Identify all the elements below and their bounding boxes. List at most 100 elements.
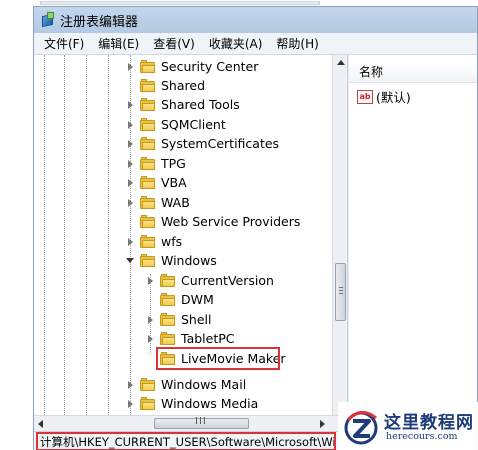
tree-node-shared-tools[interactable]: Shared Tools — [126, 95, 240, 114]
folder-icon — [140, 97, 156, 112]
tree-guide-line — [64, 55, 65, 415]
expand-arrow-icon[interactable] — [126, 100, 135, 109]
expand-arrow-icon[interactable] — [126, 178, 135, 187]
expand-arrow-icon[interactable] — [146, 315, 155, 324]
folder-icon — [140, 396, 156, 411]
window-title: 注册表编辑器 — [60, 14, 139, 30]
tree-node-label: Web Service Providers — [161, 214, 301, 229]
title-bar[interactable]: 注册表编辑器 — [34, 7, 477, 33]
expand-arrow-icon[interactable] — [126, 159, 135, 168]
tree-node-wab[interactable]: WAB — [126, 193, 190, 212]
scroll-right-icon[interactable] — [320, 420, 325, 428]
values-list[interactable]: 名称 ab (默认) — [349, 55, 477, 431]
expander-placeholder — [126, 81, 135, 90]
folder-icon — [140, 59, 156, 74]
menu-bar: 文件(F) 编辑(E) 查看(V) 收藏夹(A) 帮助(H) — [34, 33, 477, 55]
list-item[interactable]: ab (默认) — [357, 87, 411, 106]
new-key-highlight — [156, 347, 280, 370]
folder-icon — [140, 214, 156, 229]
value-name: (默认) — [376, 90, 411, 105]
menu-edit[interactable]: 编辑(E) — [98, 35, 139, 52]
tree-node-web-service-providers[interactable]: Web Service Providers — [126, 212, 300, 231]
tree-node-windows-media[interactable]: Windows Media — [126, 394, 258, 413]
expand-arrow-icon[interactable] — [126, 198, 135, 207]
tree-node-label: DWM — [181, 292, 214, 307]
background-window-edge — [40, 1, 320, 5]
tree-node-label: TabletPC — [181, 331, 235, 346]
tree-node-label: Shared — [161, 78, 206, 93]
folder-icon — [160, 273, 176, 288]
tree-guide-line — [86, 55, 87, 415]
registry-tree[interactable]: Security Center Shared Shared Tools SQMC… — [34, 55, 348, 415]
folder-icon — [140, 156, 156, 171]
expand-arrow-icon[interactable] — [126, 120, 135, 129]
folder-icon — [140, 195, 156, 210]
menu-file[interactable]: 文件(F) — [44, 35, 84, 52]
tree-node-label: TPG — [161, 156, 186, 171]
tree-node-label: wfs — [161, 234, 183, 249]
tree-node-label: Windows — [161, 253, 217, 268]
scroll-left-icon[interactable] — [38, 420, 43, 428]
site-watermark: 这里教程网 herecours.com — [338, 402, 478, 450]
folder-open-icon — [140, 253, 156, 268]
tree-node-tpg[interactable]: TPG — [126, 154, 186, 173]
expand-arrow-icon[interactable] — [146, 276, 155, 285]
expand-arrow-icon[interactable] — [126, 399, 135, 408]
tree-node-dwm[interactable]: DWM — [146, 290, 214, 309]
expander-placeholder — [146, 354, 155, 363]
tree-node-shared[interactable]: Shared — [126, 76, 205, 95]
tree-guide-line — [44, 55, 45, 415]
menu-help[interactable]: 帮助(H) — [276, 35, 318, 52]
site-logo-icon — [344, 411, 378, 445]
tree-node-label: Windows Mail — [161, 377, 247, 392]
tree-node-sqmclient[interactable]: SQMClient — [126, 115, 226, 134]
collapse-arrow-icon[interactable] — [126, 256, 135, 265]
tree-node-tabletpc[interactable]: TabletPC — [146, 329, 235, 348]
status-path: 计算机\HKEY_CURRENT_USER\Software\Microsoft… — [40, 434, 336, 449]
expand-arrow-icon[interactable] — [126, 139, 135, 148]
tree-node-vba[interactable]: VBA — [126, 173, 187, 192]
watermark-title: 这里教程网 — [384, 413, 474, 433]
status-path-highlight: 计算机\HKEY_CURRENT_USER\Software\Microsoft… — [36, 432, 336, 450]
tree-node-currentversion[interactable]: CurrentVersion — [146, 271, 274, 290]
folder-icon — [140, 175, 156, 190]
expand-arrow-icon[interactable] — [126, 237, 135, 246]
column-header-name[interactable]: 名称 — [349, 61, 477, 83]
folder-icon — [140, 136, 156, 151]
tree-guide-line — [108, 55, 109, 415]
folder-icon — [160, 292, 176, 307]
tree-node-label: Security Center — [161, 59, 259, 74]
tree-node-windows-mail[interactable]: Windows Mail — [126, 375, 246, 394]
string-value-icon: ab — [357, 89, 373, 104]
folder-icon — [140, 234, 156, 249]
folder-icon — [140, 78, 156, 93]
menu-view[interactable]: 查看(V) — [153, 35, 195, 52]
tree-node-label: CurrentVersion — [181, 273, 274, 288]
folder-icon — [160, 312, 176, 327]
expand-arrow-icon[interactable] — [126, 62, 135, 71]
column-header-label: 名称 — [359, 65, 384, 79]
horizontal-scroll-thumb[interactable]: III — [154, 416, 249, 429]
tree-horizontal-scrollbar[interactable]: III — [34, 415, 348, 431]
tree-node-wfs[interactable]: wfs — [126, 232, 182, 251]
tree-node-label: SQMClient — [161, 117, 226, 132]
tree-node-security-center[interactable]: Security Center — [126, 57, 258, 76]
expander-placeholder — [126, 217, 135, 226]
tree-node-label: Shell — [181, 312, 212, 327]
expand-arrow-icon[interactable] — [146, 334, 155, 343]
registry-editor-icon — [40, 12, 56, 28]
tree-node-label: Shared Tools — [161, 97, 240, 112]
tree-node-shell[interactable]: Shell — [146, 310, 212, 329]
watermark-url: herecours.com — [386, 431, 458, 442]
tree-node-label: SystemCertificates — [161, 136, 280, 151]
tree-node-systemcertificates[interactable]: SystemCertificates — [126, 134, 279, 153]
menu-favorites[interactable]: 收藏夹(A) — [209, 35, 263, 52]
expand-arrow-icon[interactable] — [126, 380, 135, 389]
scroll-up-icon[interactable] — [337, 60, 345, 65]
tree-vertical-scrollbar[interactable] — [332, 55, 347, 415]
tree-node-label: VBA — [161, 175, 187, 190]
vertical-scroll-thumb[interactable] — [335, 263, 346, 321]
tree-node-windows[interactable]: Windows — [126, 251, 217, 270]
expander-placeholder — [146, 295, 155, 304]
tree-node-label: Windows Media — [161, 396, 259, 411]
